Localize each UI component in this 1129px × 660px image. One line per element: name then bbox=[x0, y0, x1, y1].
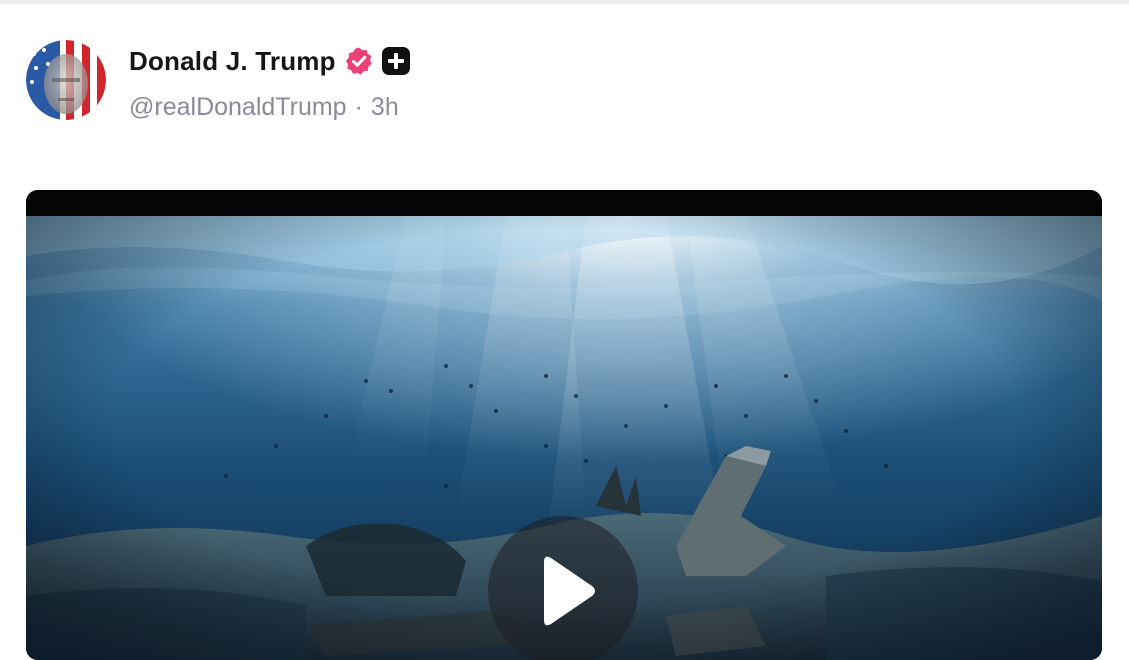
play-button[interactable] bbox=[488, 516, 638, 660]
meta-separator: · bbox=[354, 93, 363, 121]
author-display-name[interactable]: Donald J. Trump bbox=[129, 46, 336, 77]
avatar-flag-portrait-icon bbox=[26, 40, 106, 120]
play-icon bbox=[544, 556, 595, 626]
post-timestamp[interactable]: 3h bbox=[371, 93, 399, 122]
avatar[interactable] bbox=[26, 40, 106, 120]
name-row: Donald J. Trump bbox=[129, 43, 410, 79]
author-block: Donald J. Trump @realDonaldTrump · 3h bbox=[129, 43, 410, 122]
verified-badge-icon bbox=[344, 46, 374, 76]
video-media[interactable] bbox=[26, 190, 1102, 660]
video-letterbox bbox=[26, 190, 1102, 216]
post-header: Donald J. Trump @realDonaldTrump · 3h bbox=[26, 40, 410, 122]
author-handle[interactable]: @realDonaldTrump bbox=[129, 93, 347, 122]
top-divider bbox=[0, 0, 1129, 4]
plus-badge-icon bbox=[381, 47, 410, 75]
post-meta: @realDonaldTrump · 3h bbox=[129, 93, 410, 122]
